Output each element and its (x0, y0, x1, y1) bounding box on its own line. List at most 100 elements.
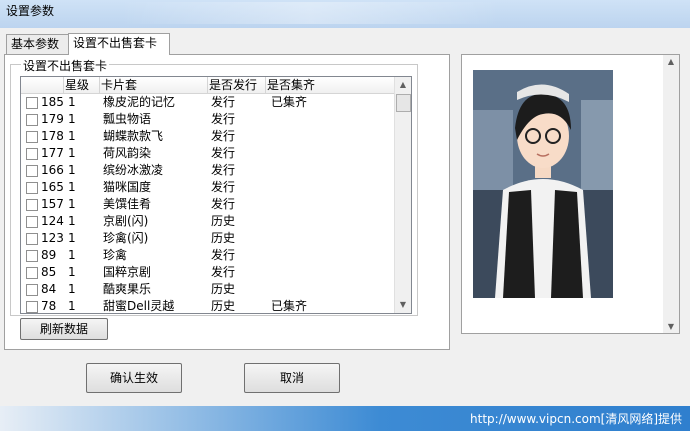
table-row[interactable]: 124 1 京剧(闪) 历史 (21, 213, 395, 230)
row-checkbox[interactable] (26, 216, 38, 228)
header-issued[interactable]: 是否发行 (207, 77, 266, 93)
row-checkbox[interactable] (26, 165, 38, 177)
tab-basic-params[interactable]: 基本参数 (6, 34, 72, 54)
avatar-image (473, 70, 613, 298)
row-checkbox[interactable] (26, 114, 38, 126)
row-star: 1 (68, 197, 76, 211)
row-star: 1 (68, 265, 76, 279)
row-checkbox[interactable] (26, 284, 38, 296)
row-checkbox[interactable] (26, 301, 38, 313)
row-issued: 历史 (211, 299, 236, 313)
list-scrollbar[interactable]: ▲ ▼ (394, 77, 411, 313)
row-name: 美馔佳肴 (103, 197, 152, 211)
row-star: 1 (68, 95, 76, 109)
table-row[interactable]: 178 1 蝴蝶款款飞 发行 (21, 128, 395, 145)
cancel-button[interactable]: 取消 (244, 363, 340, 393)
row-star: 1 (68, 180, 76, 194)
row-checkbox[interactable] (26, 199, 38, 211)
header-card-set[interactable]: 卡片套 (99, 77, 208, 93)
row-issued: 发行 (211, 95, 236, 109)
row-issued: 历史 (211, 231, 236, 245)
row-checkbox[interactable] (26, 131, 38, 143)
row-name: 珍禽 (103, 248, 128, 262)
title-bar: 设置参数 (0, 0, 690, 28)
row-name: 荷风韵染 (103, 146, 152, 160)
scroll-down-arrow-icon[interactable]: ▼ (395, 298, 411, 312)
row-name: 缤纷冰激凌 (103, 163, 164, 177)
row-name: 橡皮泥的记忆 (103, 95, 176, 109)
row-id: 165 (41, 180, 64, 194)
row-checkbox[interactable] (26, 97, 38, 109)
table-row[interactable]: 85 1 国粹京剧 发行 (21, 264, 395, 281)
row-id: 123 (41, 231, 64, 245)
row-collected: 已集齐 (271, 299, 308, 313)
scroll-up-arrow-icon[interactable]: ▲ (395, 78, 411, 92)
row-issued: 发行 (211, 163, 236, 177)
window-title: 设置参数 (6, 4, 55, 18)
scroll-down-arrow-icon[interactable]: ▼ (663, 322, 679, 331)
row-name: 甜蜜Dell灵越 (103, 299, 175, 313)
row-checkbox[interactable] (26, 148, 38, 160)
table-row[interactable]: 166 1 缤纷冰激凌 发行 (21, 162, 395, 179)
row-checkbox[interactable] (26, 182, 38, 194)
row-star: 1 (68, 248, 76, 262)
row-issued: 发行 (211, 146, 236, 160)
row-issued: 发行 (211, 197, 236, 211)
row-id: 124 (41, 214, 64, 228)
table-row[interactable]: 165 1 猫咪国度 发行 (21, 179, 395, 196)
table-row[interactable]: 89 1 珍禽 发行 (21, 247, 395, 264)
row-star: 1 (68, 112, 76, 126)
preview-scrollbar[interactable]: ▲ ▼ (663, 55, 679, 333)
row-issued: 发行 (211, 265, 236, 279)
row-name: 酷爽果乐 (103, 282, 152, 296)
row-name: 瓢虫物语 (103, 112, 152, 126)
row-checkbox[interactable] (26, 267, 38, 279)
row-name: 猫咪国度 (103, 180, 152, 194)
table-row[interactable]: 185 1 橡皮泥的记忆 发行 已集齐 (21, 94, 395, 111)
scrollbar-thumb[interactable] (396, 94, 411, 112)
confirm-button[interactable]: 确认生效 (86, 363, 182, 393)
table-row[interactable]: 84 1 酷爽果乐 历史 (21, 281, 395, 298)
row-issued: 发行 (211, 112, 236, 126)
avatar-preview-panel: ▲ ▼ (461, 54, 680, 334)
row-name: 蝴蝶款款飞 (103, 129, 164, 143)
group-legend: 设置不出售套卡 (21, 57, 110, 74)
row-star: 1 (68, 231, 76, 245)
row-id: 177 (41, 146, 64, 160)
row-name: 国粹京剧 (103, 265, 152, 279)
header-star[interactable]: 星级 (63, 77, 100, 93)
row-id: 157 (41, 197, 64, 211)
row-name: 京剧(闪) (103, 214, 149, 228)
watermark-banner: http://www.vipcn.com[清风网络]提供 (0, 406, 690, 431)
tab-no-sale-sets[interactable]: 设置不出售套卡 (68, 33, 170, 55)
row-id: 84 (41, 282, 57, 296)
row-id: 178 (41, 129, 64, 143)
row-name: 珍禽(闪) (103, 231, 149, 245)
table-row[interactable]: 177 1 荷风韵染 发行 (21, 145, 395, 162)
row-star: 1 (68, 146, 76, 160)
row-id: 185 (41, 95, 64, 109)
row-issued: 发行 (211, 129, 236, 143)
refresh-data-button[interactable]: 刷新数据 (20, 318, 108, 340)
row-collected: 已集齐 (271, 95, 308, 109)
table-row[interactable]: 179 1 瓢虫物语 发行 (21, 111, 395, 128)
row-id: 78 (41, 299, 57, 313)
watermark-text: http://www.vipcn.com[清风网络]提供 (470, 412, 682, 426)
row-star: 1 (68, 299, 76, 313)
card-set-list[interactable]: 星级 卡片套 是否发行 是否集齐 185 1 橡皮泥的记忆 发行 已集齐 179 1 瓢虫物… (20, 76, 412, 314)
table-row[interactable]: 78 1 甜蜜Dell灵越 历史 已集齐 (21, 298, 395, 313)
row-issued: 历史 (211, 214, 236, 228)
row-star: 1 (68, 163, 76, 177)
table-row[interactable]: 157 1 美馔佳肴 发行 (21, 196, 395, 213)
header-collected[interactable]: 是否集齐 (265, 77, 396, 93)
scroll-up-arrow-icon[interactable]: ▲ (663, 57, 679, 66)
row-star: 1 (68, 282, 76, 296)
row-checkbox[interactable] (26, 233, 38, 245)
row-id: 166 (41, 163, 64, 177)
list-header: 星级 卡片套 是否发行 是否集齐 (21, 77, 396, 94)
table-row[interactable]: 123 1 珍禽(闪) 历史 (21, 230, 395, 247)
title-bar-blur (120, 2, 500, 24)
row-checkbox[interactable] (26, 250, 38, 262)
row-star: 1 (68, 129, 76, 143)
row-issued: 发行 (211, 248, 236, 262)
